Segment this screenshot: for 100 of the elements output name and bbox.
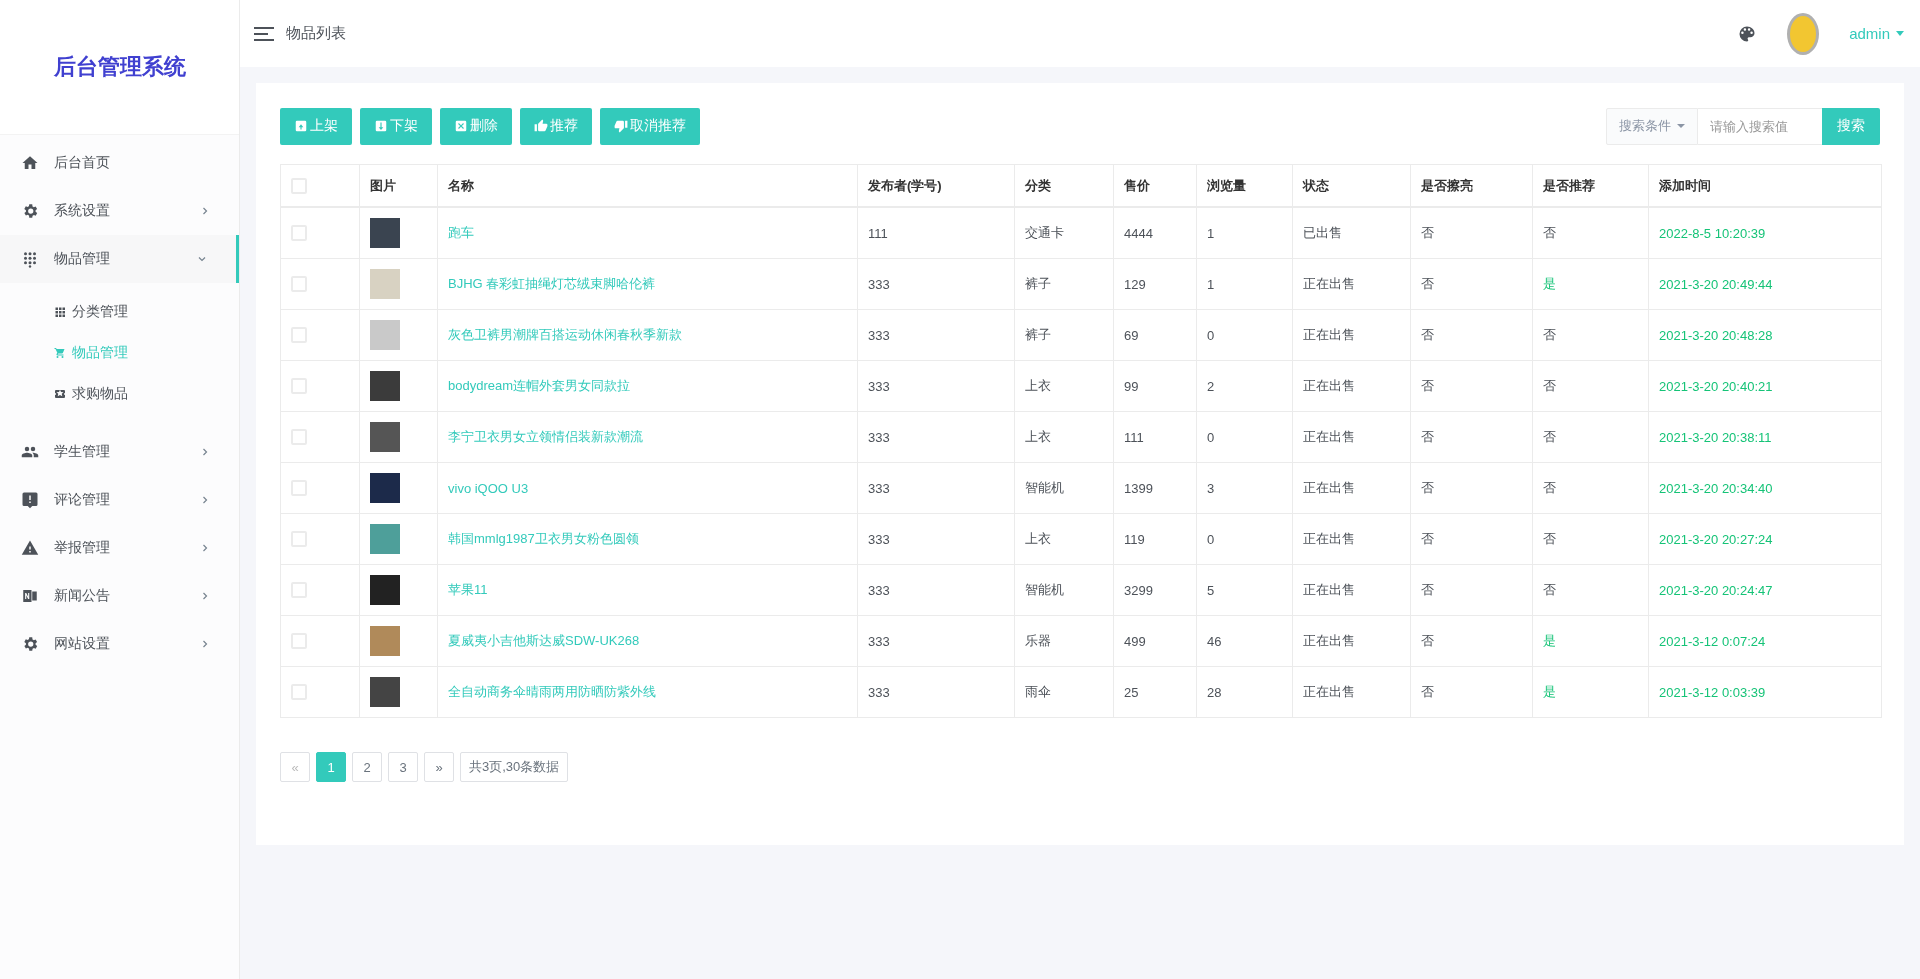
category-cell: 裤子 (1025, 327, 1051, 342)
search-condition-dropdown[interactable]: 搜索条件 (1606, 107, 1698, 145)
publisher-cell: 333 (868, 684, 890, 700)
time-cell: 2021-3-12 0:07:24 (1659, 633, 1766, 649)
publisher-cell: 333 (868, 276, 890, 292)
chevron-icon (201, 448, 209, 456)
search-button[interactable]: 搜索 (1822, 107, 1880, 145)
polished-cell: 否 (1421, 633, 1434, 648)
category-cell: 上衣 (1025, 378, 1051, 393)
photo-placeholder (370, 422, 400, 452)
time-cell: 2021-3-20 20:27:24 (1659, 531, 1773, 547)
photo-placeholder (370, 218, 400, 248)
status-cell: 正在出售 (1303, 684, 1355, 699)
warning-icon (21, 539, 39, 557)
sidebar-menu-item[interactable]: 物品管理 (0, 235, 239, 283)
chevron-icon (201, 592, 209, 600)
recommended-cell: 否 (1543, 582, 1556, 597)
sidebar-menu-item[interactable]: 学生管理 (0, 428, 239, 476)
views-cell: 28 (1207, 684, 1222, 700)
page-button[interactable]: 2 (352, 752, 382, 782)
photo-placeholder (370, 371, 400, 401)
page-button[interactable]: 3 (388, 752, 418, 782)
time-cell: 2021-3-12 0:03:39 (1659, 684, 1766, 700)
publisher-cell: 333 (868, 633, 890, 649)
item-name-link[interactable]: vivo iQOO U3 (448, 480, 529, 496)
column-header: 分类 (1025, 177, 1051, 193)
page-button[interactable]: » (424, 752, 454, 782)
publisher-cell: 333 (868, 531, 890, 547)
photo-placeholder (370, 575, 400, 605)
sidebar-menu-item[interactable]: 网站设置 (0, 620, 239, 668)
photo-placeholder (370, 677, 400, 707)
category-cell: 上衣 (1025, 531, 1051, 546)
item-name-link[interactable]: 灰色卫裤男潮牌百搭运动休闲春秋季新款 (448, 327, 682, 342)
publisher-cell: 333 (868, 480, 890, 496)
toolbar-button[interactable]: 上架 (280, 107, 352, 145)
ticket-icon (54, 387, 66, 400)
item-name-link[interactable]: BJHG 春彩虹抽绳灯芯绒束脚哈伦裤 (448, 276, 656, 291)
recommended-cell: 是 (1543, 684, 1556, 699)
polished-cell: 否 (1421, 225, 1434, 240)
time-cell: 2021-3-20 20:38:11 (1659, 429, 1772, 445)
item-name-link[interactable]: 李宁卫衣男女立领情侣装新款潮流 (448, 429, 643, 444)
recommended-cell: 是 (1543, 276, 1556, 291)
views-cell: 0 (1207, 429, 1215, 445)
views-cell: 1 (1207, 276, 1215, 292)
user-avatar[interactable] (1787, 12, 1820, 55)
chevron-icon (201, 207, 209, 215)
price-cell: 111 (1124, 429, 1144, 445)
toolbar-button[interactable]: 推荐 (520, 107, 592, 145)
recommended-cell: 否 (1543, 225, 1556, 240)
time-cell: 2021-3-20 20:24:47 (1659, 582, 1773, 598)
sidebar-menu-item[interactable]: 新闻公告 (0, 572, 239, 620)
column-header: 售价 (1124, 177, 1150, 193)
page-button[interactable]: 1 (316, 752, 346, 782)
sidebar-menu-item[interactable]: 系统设置 (0, 187, 239, 235)
time-cell: 2021-3-20 20:34:40 (1659, 480, 1773, 496)
polished-cell: 否 (1421, 378, 1434, 393)
user-menu[interactable]: admin (1849, 25, 1904, 42)
recommended-cell: 是 (1543, 633, 1556, 648)
price-cell: 99 (1124, 378, 1139, 394)
publisher-cell: 333 (868, 582, 890, 598)
item-name-link[interactable]: 韩国mmlg1987卫衣男女粉色圆领 (448, 531, 639, 546)
category-cell: 乐器 (1025, 633, 1051, 648)
thumbs-down-icon (614, 119, 628, 133)
recommended-cell: 否 (1543, 429, 1556, 444)
app-logo-title: 后台管理系统 (53, 53, 186, 81)
item-name-link[interactable]: 苹果11 (448, 582, 488, 597)
menu-icon[interactable] (254, 26, 274, 41)
polished-cell: 否 (1421, 429, 1434, 444)
status-cell: 已出售 (1303, 225, 1342, 240)
search-input[interactable]: 请输入搜索值 (1698, 107, 1822, 145)
publisher-cell: 333 (868, 378, 890, 394)
sidebar-submenu-item[interactable]: 分类管理 (0, 291, 239, 332)
photo-placeholder (370, 524, 400, 554)
category-cell: 裤子 (1025, 276, 1051, 291)
polished-cell: 否 (1421, 582, 1434, 597)
sidebar-menu-item[interactable]: 举报管理 (0, 524, 239, 572)
item-name-link[interactable]: 夏威夷小吉他斯达威SDW-UK268 (448, 633, 640, 648)
chevron-icon (198, 255, 206, 263)
sidebar-submenu-item[interactable]: 物品管理 (0, 332, 239, 373)
toolbar-button[interactable]: 删除 (440, 107, 512, 145)
sidebar-menu-item[interactable]: 后台首页 (0, 139, 239, 187)
price-cell: 4444 (1124, 225, 1153, 241)
column-header: 名称 (448, 177, 474, 193)
toolbar-button[interactable]: 下架 (360, 107, 432, 145)
sidebar-menu-item[interactable]: 评论管理 (0, 476, 239, 524)
column-header: 发布者(学号) (868, 177, 942, 193)
item-name-link[interactable]: 跑车 (448, 225, 474, 240)
column-header: 图片 (370, 177, 396, 193)
toolbar-button[interactable]: 取消推荐 (600, 107, 700, 145)
sidebar-submenu-item[interactable]: 求购物品 (0, 373, 239, 414)
chevron-icon (201, 544, 209, 552)
chevron-icon (201, 496, 209, 504)
views-cell: 0 (1207, 327, 1215, 343)
thumbs-up-icon (534, 119, 548, 133)
item-name-link[interactable]: 全自动商务伞晴雨两用防晒防紫外线 (448, 684, 656, 699)
photo-placeholder (370, 269, 400, 299)
item-name-link[interactable]: bodydream连帽外套男女同款拉 (448, 378, 631, 393)
status-cell: 正在出售 (1303, 531, 1355, 546)
photo-placeholder (370, 473, 400, 503)
publisher-cell: 333 (868, 327, 890, 343)
